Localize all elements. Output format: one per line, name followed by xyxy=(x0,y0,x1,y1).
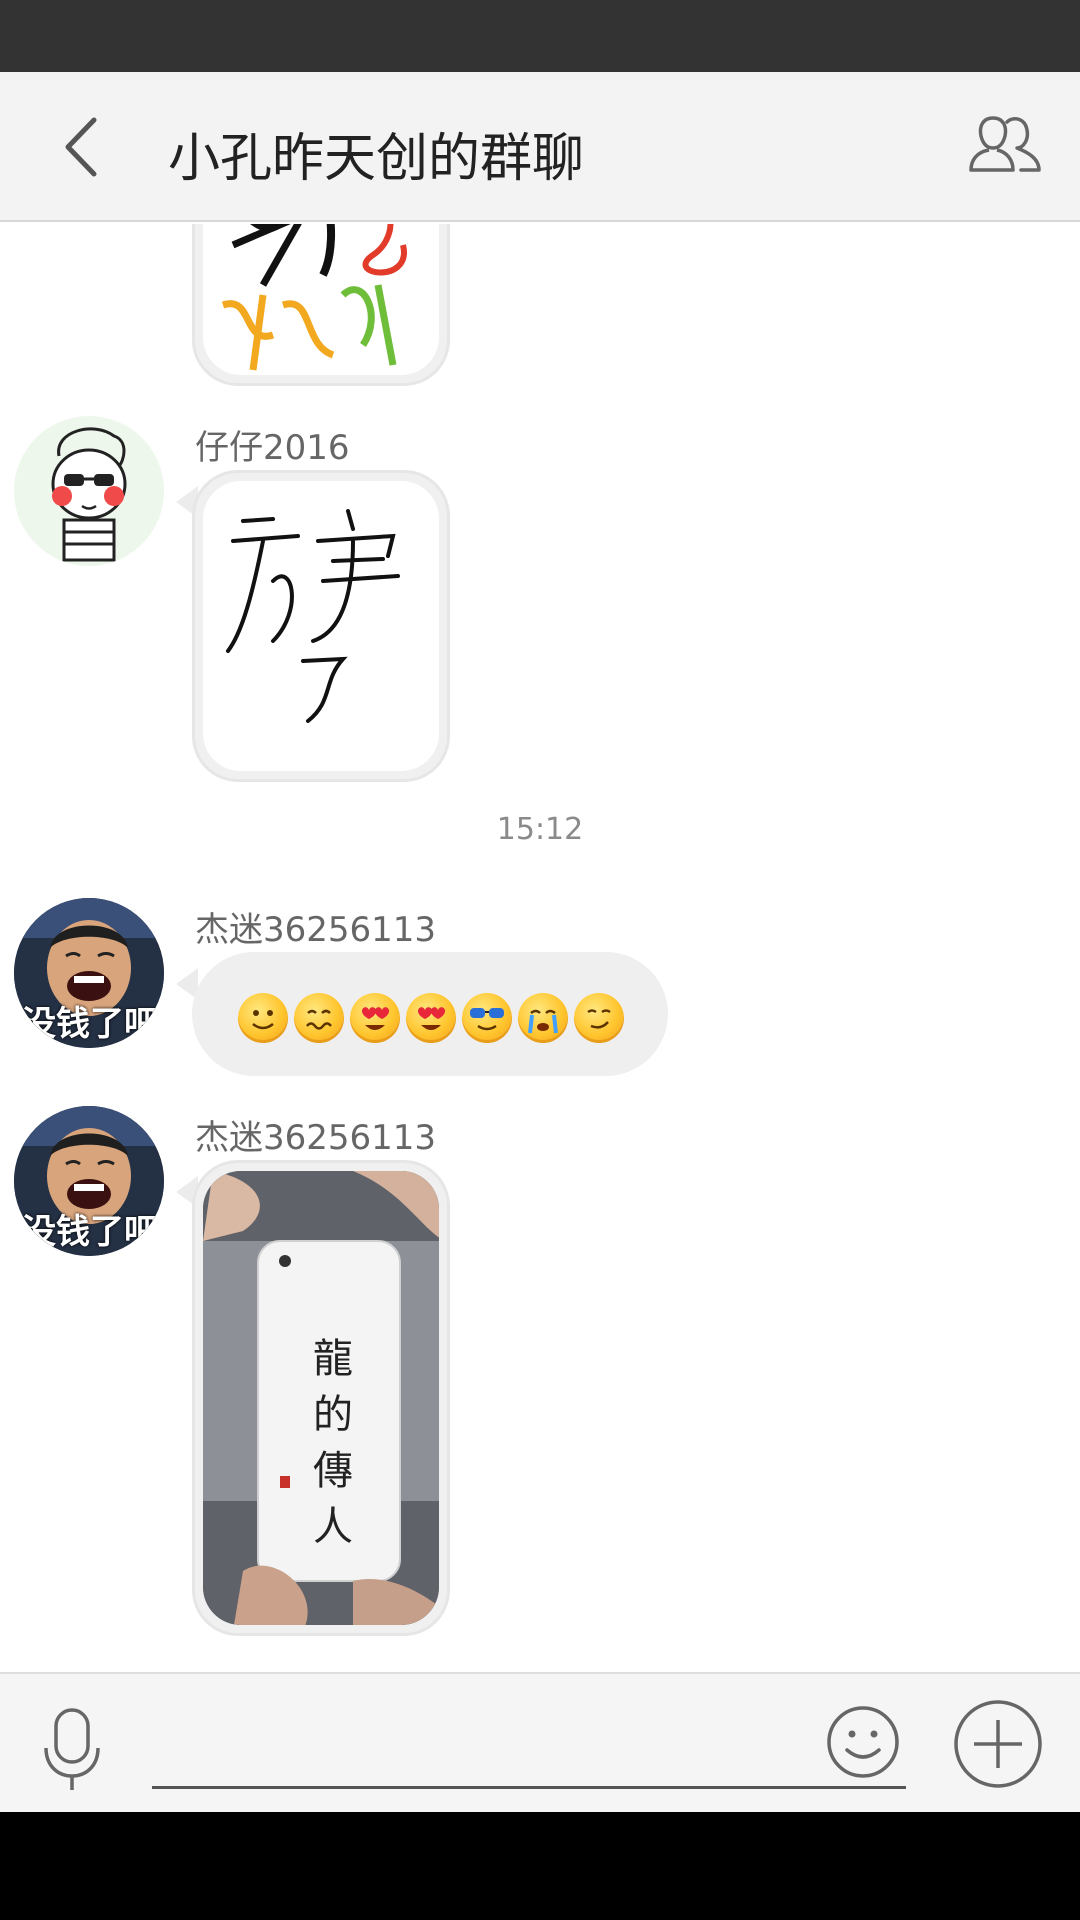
title-bar: 小孔昨天创的群聊 xyxy=(0,72,1080,222)
input-bar xyxy=(0,1672,1080,1812)
chat-message-list[interactable]: 仔仔2016 15:12 没钱了吧 杰迷36256113 没钱了吧 杰迷3625… xyxy=(0,224,1080,1672)
handwritten-doodle-image[interactable] xyxy=(203,224,439,375)
emoji-message-bubble[interactable] xyxy=(192,952,668,1076)
avatar-caption: 没钱了吧 xyxy=(22,1004,158,1044)
avatar[interactable]: 没钱了吧 xyxy=(14,1106,164,1256)
phone-calligraphy-text: 龍 的 傳 人 xyxy=(303,1331,363,1555)
image-message-bubble[interactable] xyxy=(192,224,450,386)
voice-button[interactable] xyxy=(40,1704,104,1794)
microphone-icon xyxy=(44,1708,100,1790)
plus-circle-icon xyxy=(954,1700,1042,1788)
emoji-row xyxy=(235,993,627,1043)
message-input[interactable] xyxy=(152,1704,906,1789)
smile-emoji-icon xyxy=(238,993,288,1043)
smirk-emoji-icon xyxy=(574,993,624,1043)
calligraphy-char: 的 xyxy=(313,1392,353,1438)
timestamp: 15:12 xyxy=(496,812,584,847)
cool-sunglasses-emoji-icon xyxy=(462,993,512,1043)
cartoon-sunglasses-boy-avatar xyxy=(14,416,164,566)
handwritten-characters-image[interactable] xyxy=(203,481,439,771)
group-members-button[interactable] xyxy=(965,110,1045,180)
system-navigation-bar xyxy=(0,1812,1080,1920)
page-title: 小孔昨天创的群聊 xyxy=(168,129,585,189)
calligraphy-char: 龍 xyxy=(313,1336,353,1382)
image-message-bubble[interactable] xyxy=(192,470,450,782)
avatar[interactable] xyxy=(14,416,164,566)
avatar-caption: 没钱了吧 xyxy=(22,1212,158,1252)
sender-name: 杰迷36256113 xyxy=(195,910,437,950)
chevron-left-icon xyxy=(65,117,97,177)
smiley-face-icon xyxy=(827,1706,899,1778)
white-phone-calligraphy-photo[interactable]: 龍 的 傳 人 xyxy=(203,1171,439,1625)
group-members-icon xyxy=(969,116,1041,172)
calligraphy-char: 人 xyxy=(313,1504,353,1550)
back-button[interactable] xyxy=(50,112,120,182)
sender-name: 仔仔2016 xyxy=(195,428,350,468)
heart-eyes-emoji-icon xyxy=(350,993,400,1043)
calligraphy-char: 傳 xyxy=(313,1448,353,1494)
image-message-bubble[interactable]: 龍 的 傳 人 xyxy=(192,1160,450,1636)
more-actions-button[interactable] xyxy=(952,1698,1044,1790)
status-bar xyxy=(0,0,1080,72)
wavy-mouth-emoji-icon xyxy=(294,993,344,1043)
sender-name: 杰迷36256113 xyxy=(195,1118,437,1158)
heart-eyes-emoji-icon xyxy=(406,993,456,1043)
emoji-button[interactable] xyxy=(825,1704,901,1780)
avatar[interactable]: 没钱了吧 xyxy=(14,898,164,1048)
crying-emoji-icon xyxy=(518,993,568,1043)
